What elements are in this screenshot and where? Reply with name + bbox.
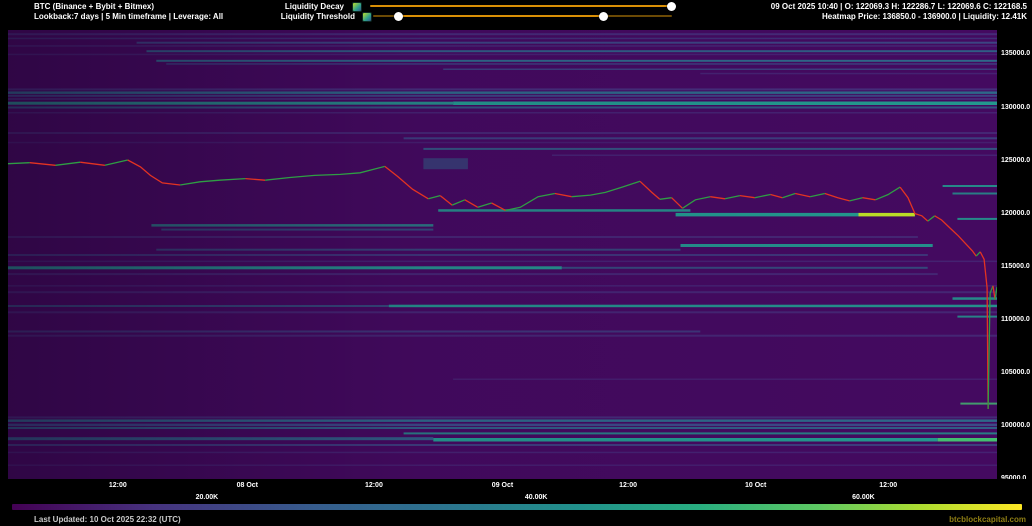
price-tick-label: 120000.0 bbox=[1001, 210, 1030, 217]
liquidity-threshold-track-selected[interactable] bbox=[398, 15, 603, 17]
heatmap-plot[interactable] bbox=[8, 30, 997, 479]
time-tick-label: 12:00 bbox=[619, 482, 637, 489]
price-tick-label: 135000.0 bbox=[1001, 50, 1030, 57]
liquidity-threshold-track-right[interactable] bbox=[603, 15, 672, 17]
liquidity-colorbar bbox=[12, 504, 1022, 510]
time-tick-label: 09 Oct bbox=[492, 482, 513, 489]
price-tick-label: 130000.0 bbox=[1001, 104, 1030, 111]
price-tick-label: 125000.0 bbox=[1001, 157, 1030, 164]
colorbar-tick-label: 40.00K bbox=[525, 494, 548, 501]
price-tick-label: 115000.0 bbox=[1001, 263, 1030, 270]
time-tick-label: 12:00 bbox=[879, 482, 897, 489]
liquidity-decay-toggle-icon[interactable] bbox=[352, 2, 362, 12]
price-tick-label: 110000.0 bbox=[1001, 316, 1030, 323]
liquidity-decay-slider-handle[interactable] bbox=[667, 2, 676, 11]
time-tick-label: 12:00 bbox=[109, 482, 127, 489]
liquidity-decay-label: Liquidity Decay bbox=[285, 2, 344, 11]
decay-overlay bbox=[8, 30, 997, 479]
ohlc-readout: 09 Oct 2025 10:40 | O: 122069.3 H: 12228… bbox=[771, 2, 1027, 22]
time-tick-label: 10 Oct bbox=[745, 482, 766, 489]
lookback-settings: Lookback:7 days | 5 Min timeframe | Leve… bbox=[34, 12, 223, 22]
time-tick-label: 08 Oct bbox=[237, 482, 258, 489]
price-axis: 135000.0 130000.0 125000.0 120000.0 115000.0… bbox=[997, 30, 1032, 479]
liquidity-threshold-high-handle[interactable] bbox=[599, 12, 608, 21]
heatmap-price-readout: Heatmap Price: 136850.0 - 136900.0 | Liq… bbox=[771, 12, 1027, 22]
liquidity-threshold-toggle-icon[interactable] bbox=[362, 12, 372, 22]
time-tick-label: 12:00 bbox=[365, 482, 383, 489]
heatmap-canvas[interactable] bbox=[8, 30, 997, 479]
header-bar: BTC (Binance + Bybit + Bitmex) Lookback:… bbox=[0, 0, 1032, 30]
last-updated-text: Last Updated: 10 Oct 2025 22:32 (UTC) bbox=[34, 515, 181, 524]
colorbar-tick-label: 60.00K bbox=[852, 494, 875, 501]
site-link[interactable]: btcblockcapital.com bbox=[949, 515, 1026, 524]
ohlc-line: 09 Oct 2025 10:40 | O: 122069.3 H: 12228… bbox=[771, 2, 1027, 12]
price-tick-label: 105000.0 bbox=[1001, 369, 1030, 376]
footer-bar: Last Updated: 10 Oct 2025 22:32 (UTC) bt… bbox=[0, 513, 1032, 526]
liquidity-decay-slider-track[interactable] bbox=[370, 5, 672, 7]
symbol-info: BTC (Binance + Bybit + Bitmex) Lookback:… bbox=[34, 2, 223, 22]
time-axis: 12:00 08 Oct 12:00 09 Oct 12:00 10 Oct 12:00 bbox=[0, 479, 1032, 493]
liquidity-threshold-label: Liquidity Threshold bbox=[281, 12, 355, 21]
colorbar-tick-label: 20.00K bbox=[196, 494, 219, 501]
liquidity-threshold-low-handle[interactable] bbox=[394, 12, 403, 21]
colorbar-row: 20.00K 40.00K 60.00K bbox=[0, 493, 1032, 513]
symbol-title: BTC (Binance + Bybit + Bitmex) bbox=[34, 2, 223, 12]
price-tick-label: 100000.0 bbox=[1001, 422, 1030, 429]
